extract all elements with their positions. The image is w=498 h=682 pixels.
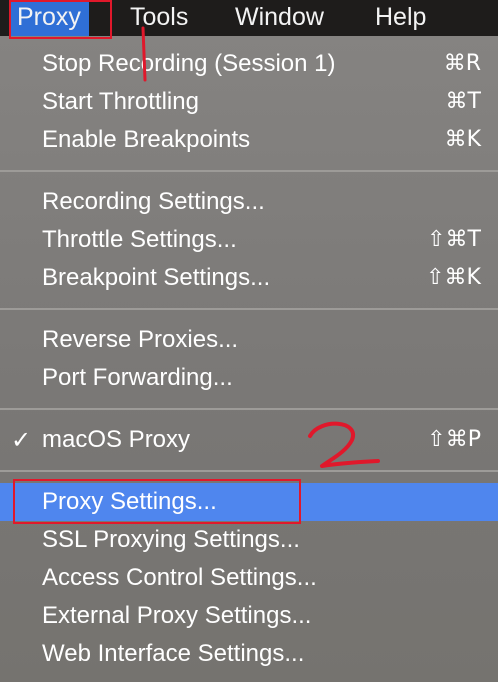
menu-item-label: Throttle Settings... [42, 226, 237, 253]
menu-item-stop-recording[interactable]: Stop Recording (Session 1) ⌘R [0, 45, 498, 83]
menu-item-recording-settings[interactable]: Recording Settings... [0, 183, 498, 221]
shortcut-label: ⇧⌘P [427, 427, 481, 452]
menu-item-label: SSL Proxying Settings... [42, 526, 300, 553]
menu-item-access-control-settings[interactable]: Access Control Settings... [0, 559, 498, 597]
menu-item-enable-breakpoints[interactable]: Enable Breakpoints ⌘K [0, 121, 498, 159]
menu-item-port-forwarding[interactable]: Port Forwarding... [0, 359, 498, 397]
shortcut-label: ⇧⌘K [426, 265, 481, 290]
menu-bar: Proxy Tools Window Help [0, 0, 498, 36]
shortcut-label: ⇧⌘T [427, 227, 481, 252]
menu-item-label: Reverse Proxies... [42, 326, 239, 353]
menubar-help-label: Help [375, 3, 427, 31]
menu-item-label: Enable Breakpoints [42, 126, 251, 153]
menu-separator [0, 308, 498, 310]
checkmark-icon: ✓ [11, 426, 32, 454]
menubar-proxy-label: Proxy [17, 3, 81, 31]
menu-item-label: macOS Proxy [42, 426, 191, 453]
menu-item-label: Web Interface Settings... [42, 640, 305, 667]
menubar-tools[interactable]: Tools [130, 0, 188, 36]
menu-separator [0, 408, 498, 410]
menu-item-label: Breakpoint Settings... [42, 264, 271, 291]
menu-item-external-proxy-settings[interactable]: External Proxy Settings... [0, 597, 498, 635]
menubar-tools-label: Tools [130, 3, 189, 31]
menu-separator [0, 470, 498, 472]
menu-item-label: Proxy Settings... [42, 488, 217, 515]
menu-item-label: Access Control Settings... [42, 564, 317, 591]
menu-item-label: Stop Recording (Session 1) [42, 50, 336, 77]
menu-item-start-throttling[interactable]: Start Throttling ⌘T [0, 83, 498, 121]
menu-item-breakpoint-settings[interactable]: Breakpoint Settings... ⇧⌘K [0, 259, 498, 297]
menu-item-label: Start Throttling [42, 88, 199, 115]
menu-item-web-interface-settings[interactable]: Web Interface Settings... [0, 635, 498, 673]
menu-separator [0, 170, 498, 172]
menu-item-ssl-proxying-settings[interactable]: SSL Proxying Settings... [0, 521, 498, 559]
menu-item-throttle-settings[interactable]: Throttle Settings... ⇧⌘T [0, 221, 498, 259]
shortcut-label: ⌘R [443, 51, 481, 76]
menu-item-proxy-settings[interactable]: Proxy Settings... [0, 483, 498, 521]
menubar-proxy[interactable]: Proxy [9, 0, 89, 36]
menu-item-label: Port Forwarding... [42, 364, 233, 391]
menubar-window[interactable]: Window [235, 0, 324, 36]
menubar-help[interactable]: Help [375, 0, 426, 36]
shortcut-label: ⌘T [445, 89, 481, 114]
menu-item-label: Recording Settings... [42, 188, 265, 215]
menu-item-reverse-proxies[interactable]: Reverse Proxies... [0, 321, 498, 359]
menu-item-label: External Proxy Settings... [42, 602, 312, 629]
menubar-window-label: Window [235, 3, 324, 31]
menu-item-macos-proxy[interactable]: ✓ macOS Proxy ⇧⌘P [0, 421, 498, 459]
shortcut-label: ⌘K [444, 127, 481, 152]
